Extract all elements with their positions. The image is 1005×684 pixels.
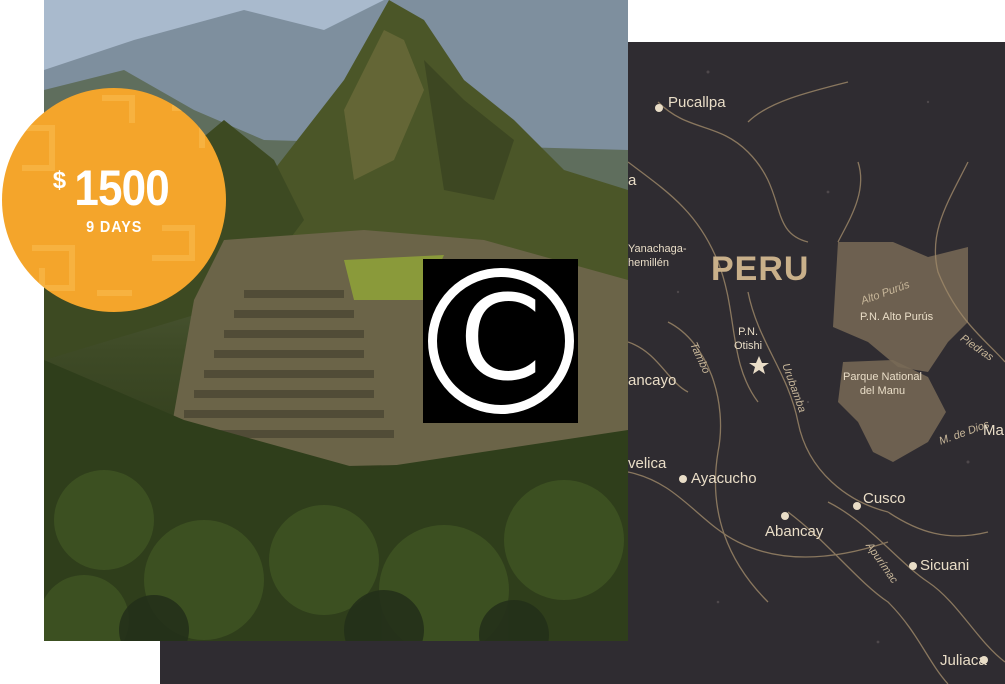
park-manu-line2: del Manu: [859, 385, 906, 397]
map-lines: [628, 70, 1005, 684]
copyright-watermark: C: [423, 259, 578, 423]
city-ayacucho: Ayacucho: [691, 470, 757, 487]
price: $ 1500: [53, 159, 176, 217]
price-amount: 1500: [74, 160, 169, 216]
city-cusco: Cusco: [863, 490, 906, 507]
park-yanachaga: Yanachaga- hemillén: [628, 242, 687, 270]
park-manu: Parque National del Manu: [843, 370, 922, 398]
city-sicuani: Sicuani: [920, 557, 970, 574]
park-yanachaga-line2: hemillén: [628, 257, 669, 269]
country-label: PERU: [711, 250, 810, 288]
park-alto-purus: P.N. Alto Purús: [860, 311, 934, 323]
park-manu-line1: Parque National: [843, 371, 922, 383]
city-partial-huancayo: ancayo: [628, 372, 677, 389]
city-partial-huancavelica: velica: [628, 455, 667, 472]
city-partial-left: a: [628, 172, 637, 189]
park-yanachaga-line1: Yanachaga-: [628, 243, 687, 255]
city-abancay: Abancay: [765, 523, 824, 540]
city-partial-ma: Ma: [983, 422, 1004, 439]
city-pucallpa: Pucallpa: [668, 94, 726, 111]
price-badge: $ 1500 9 DAYS: [2, 88, 226, 312]
copyright-symbol: C: [459, 269, 542, 407]
copyright-icon: C: [427, 268, 574, 414]
price-currency: $: [52, 167, 67, 194]
city-juliaca: Juliaca: [940, 652, 987, 669]
park-otishi-line1: P.N.: [738, 326, 759, 338]
park-otishi-line2: Otishi: [734, 340, 763, 352]
trip-duration: 9 DAYS: [85, 219, 143, 236]
peru-map: Pucallpa a Yanachaga- hemillén PERU Alto…: [628, 42, 1005, 684]
park-otishi: P.N. Otishi: [734, 325, 762, 353]
